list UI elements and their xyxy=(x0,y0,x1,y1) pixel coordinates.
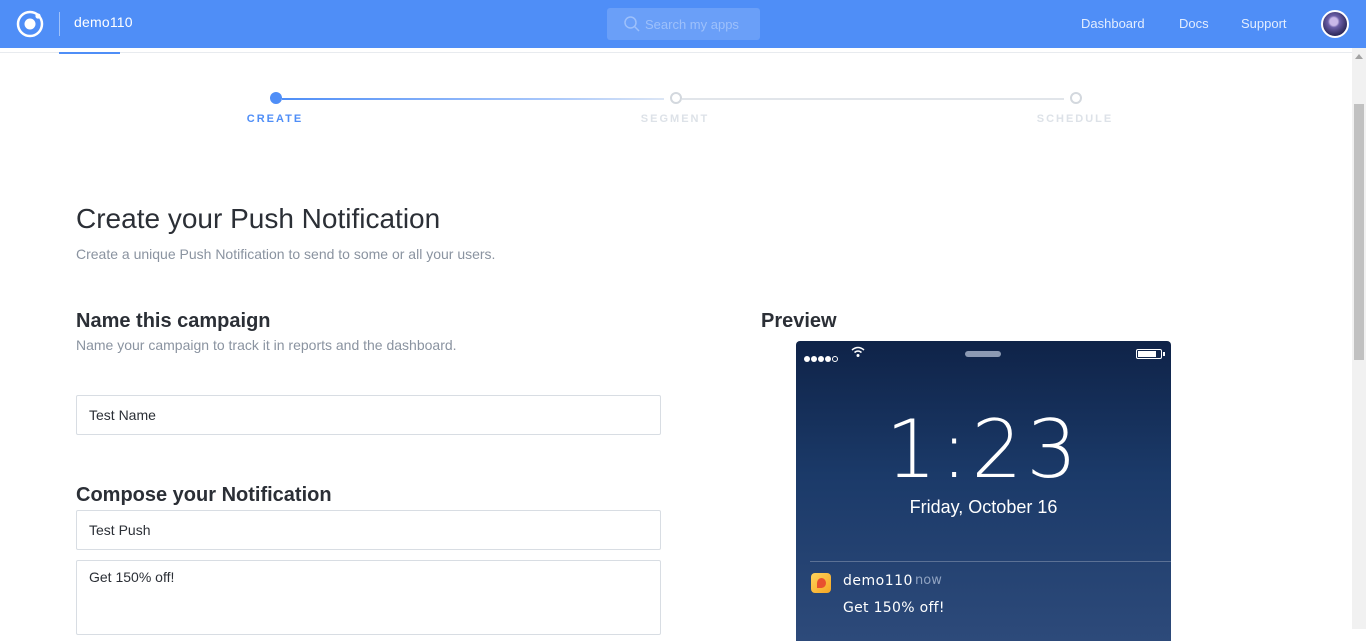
campaign-section-title: Name this campaign xyxy=(76,310,271,332)
divider xyxy=(59,12,60,36)
step-segment-label[interactable]: SEGMENT xyxy=(615,113,735,125)
step-create-dot[interactable] xyxy=(270,92,282,104)
campaign-section-subtitle: Name your campaign to track it in report… xyxy=(76,337,457,353)
nav-support-link[interactable]: Support xyxy=(1241,16,1287,31)
signal-strength-icon xyxy=(804,349,839,367)
app-icon xyxy=(811,573,831,593)
compose-section-title: Compose your Notification xyxy=(76,484,332,506)
wifi-icon xyxy=(851,346,865,357)
search-box[interactable] xyxy=(607,8,760,40)
nav-dashboard-link[interactable]: Dashboard xyxy=(1081,16,1145,31)
ionic-logo-icon[interactable] xyxy=(16,10,44,38)
battery-icon xyxy=(1136,349,1165,359)
campaign-name-input[interactable] xyxy=(76,395,661,435)
step-schedule-label[interactable]: SCHEDULE xyxy=(1015,113,1135,125)
camera-notch xyxy=(965,351,1001,357)
step-segment-dot[interactable] xyxy=(670,92,682,104)
notification-app-name: demo110 xyxy=(843,573,913,589)
top-navbar: demo110 Dashboard Docs Support xyxy=(0,0,1366,48)
search-input[interactable] xyxy=(645,13,755,35)
search-icon xyxy=(624,16,640,32)
notification-title-input[interactable] xyxy=(76,510,661,550)
lockscreen-date: Friday, October 16 xyxy=(909,497,1058,517)
user-avatar[interactable] xyxy=(1321,10,1349,38)
page-scrollbar[interactable] xyxy=(1352,48,1366,629)
subnav-divider xyxy=(0,52,1352,53)
page-subtitle: Create a unique Push Notification to sen… xyxy=(76,246,496,262)
lockscreen-time: 1:23 xyxy=(885,403,1082,496)
nav-docs-link[interactable]: Docs xyxy=(1179,16,1209,31)
step-create-label[interactable]: CREATE xyxy=(215,113,335,125)
subnav-active-indicator xyxy=(59,52,120,54)
notification-message-textarea[interactable]: Get 150% off! xyxy=(76,560,661,635)
page-title: Create your Push Notification xyxy=(76,203,441,234)
app-name[interactable]: demo110 xyxy=(74,14,133,30)
phone-preview: 1:23 Friday, October 16 demo110 now Get … xyxy=(796,341,1171,641)
notification-time: now xyxy=(915,573,942,588)
notification-divider xyxy=(810,561,1171,562)
step-schedule-dot[interactable] xyxy=(1070,92,1082,104)
notification-message: Get 150% off! xyxy=(843,600,945,616)
scroll-up-arrow-icon[interactable] xyxy=(1355,54,1363,59)
preview-title: Preview xyxy=(761,310,837,332)
scroll-thumb[interactable] xyxy=(1354,104,1364,360)
stepper-progress-line xyxy=(282,98,664,100)
stepper-line xyxy=(682,98,1064,100)
